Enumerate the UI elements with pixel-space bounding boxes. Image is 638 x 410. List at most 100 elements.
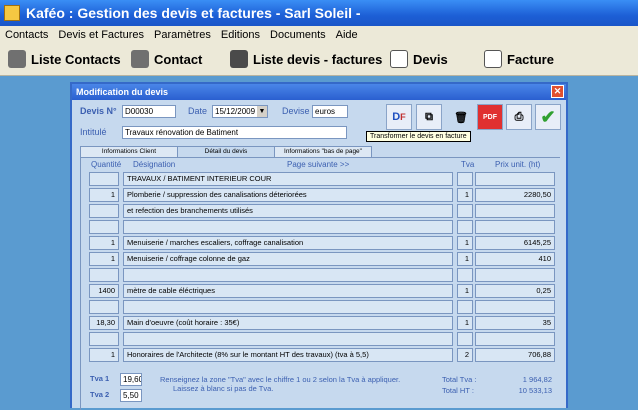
menu-parametres[interactable]: Paramètres <box>149 29 216 41</box>
header-designation: Désignation <box>133 160 176 169</box>
price-cell[interactable] <box>475 204 555 218</box>
tva1-field[interactable]: 19,60 <box>120 373 142 386</box>
total-ht-value: 10 533,13 <box>518 386 552 395</box>
tooltip: Transformer le devis en facture <box>366 131 471 142</box>
quantity-cell[interactable] <box>89 172 119 186</box>
tva-cell[interactable] <box>457 268 473 282</box>
tab-detail-devis[interactable]: Détail du devis <box>177 146 275 157</box>
checkmark-icon[interactable]: ✔ <box>535 104 561 130</box>
designation-cell[interactable]: Menuiserie / coffrage colonne de gaz <box>123 252 453 266</box>
quantity-cell[interactable] <box>89 220 119 234</box>
intitule-field[interactable]: Travaux rénovation de Batiment <box>122 126 347 139</box>
price-cell[interactable] <box>475 300 555 314</box>
quantity-cell[interactable]: 1 <box>89 236 119 250</box>
tva-cell[interactable]: 1 <box>457 284 473 298</box>
tva-cell[interactable]: 2 <box>457 348 473 362</box>
toolbar-facture-button[interactable]: Facture <box>484 50 554 68</box>
tva-cell[interactable]: 1 <box>457 316 473 330</box>
menu-aide[interactable]: Aide <box>331 29 363 41</box>
tva-cell[interactable]: 1 <box>457 236 473 250</box>
tva-cell[interactable] <box>457 300 473 314</box>
app-titlebar: Kaféo : Gestion des devis et factures - … <box>0 0 638 26</box>
price-cell[interactable]: 706,88 <box>475 348 555 362</box>
app-logo-icon <box>4 5 20 21</box>
price-cell[interactable] <box>475 220 555 234</box>
toolbar-liste-contacts-button[interactable]: Liste Contacts <box>8 50 121 68</box>
date-value: 15/12/2009 <box>215 107 256 116</box>
invoice-icon <box>484 50 502 68</box>
chevron-down-icon[interactable]: ▼ <box>257 106 267 117</box>
detail-devis-panel: Quantité Désignation Page suivante >> Tv… <box>80 157 560 410</box>
app-title: Kaféo : Gestion des devis et factures - … <box>26 5 361 21</box>
users-icon <box>8 50 26 68</box>
quantity-cell[interactable] <box>89 300 119 314</box>
quantity-cell[interactable]: 1 <box>89 252 119 266</box>
quantity-cell[interactable]: 1400 <box>89 284 119 298</box>
toolbar-label: Liste devis - factures <box>253 51 383 67</box>
tva-cell[interactable]: 1 <box>457 252 473 266</box>
help-text-2: Laissez à blanc si pas de Tva. <box>173 384 274 393</box>
menu-documents[interactable]: Documents <box>265 29 331 41</box>
header-quantite: Quantité <box>91 160 122 169</box>
tva2-field[interactable]: 5,50 <box>120 389 142 402</box>
designation-cell[interactable]: et refection des branchements utilisés <box>123 204 453 218</box>
menu-contacts[interactable]: Contacts <box>0 29 53 41</box>
tab-informations-client[interactable]: Informations Client <box>80 146 178 157</box>
designation-cell[interactable] <box>123 220 453 234</box>
window-titlebar: Modification du devis ✕ <box>72 84 566 100</box>
close-icon[interactable]: ✕ <box>551 85 564 98</box>
convert-to-invoice-button[interactable]: DF <box>386 104 412 130</box>
quantity-cell[interactable]: 1 <box>89 348 119 362</box>
tva-cell[interactable] <box>457 172 473 186</box>
quantity-cell[interactable] <box>89 332 119 346</box>
price-cell[interactable] <box>475 268 555 282</box>
quantity-cell[interactable]: 18,30 <box>89 316 119 330</box>
date-label: Date <box>188 106 208 116</box>
date-field[interactable]: 15/12/2009 ▼ <box>212 105 268 118</box>
tva-cell[interactable] <box>457 204 473 218</box>
quantity-cell[interactable]: 1 <box>89 188 119 202</box>
copy-icon[interactable]: ⧉ <box>416 104 442 130</box>
tab-bas-de-page[interactable]: Informations "bas de page" <box>274 146 372 157</box>
designation-cell[interactable]: Main d'oeuvre (coût horaire : 35€) <box>123 316 453 330</box>
header-prix: Prix unit. (ht) <box>495 160 541 169</box>
document-icon <box>390 50 408 68</box>
devise-label: Devise <box>282 106 310 116</box>
designation-cell[interactable] <box>123 268 453 282</box>
price-cell[interactable]: 6145,25 <box>475 236 555 250</box>
pdf-icon[interactable]: PDF <box>477 104 503 130</box>
toolbar-contact-button[interactable]: Contact <box>131 50 202 68</box>
price-cell[interactable]: 35 <box>475 316 555 330</box>
tab-bar: Informations Client Détail du devis Info… <box>80 146 372 157</box>
toolbar-label: Facture <box>507 51 554 67</box>
price-cell[interactable] <box>475 332 555 346</box>
page-suivante-link[interactable]: Page suivante >> <box>287 160 349 169</box>
designation-cell[interactable]: mètre de cable éléctriques <box>123 284 453 298</box>
designation-cell[interactable] <box>123 332 453 346</box>
devise-field[interactable]: euros <box>312 105 348 118</box>
price-cell[interactable]: 410 <box>475 252 555 266</box>
tva-cell[interactable] <box>457 220 473 234</box>
designation-cell[interactable]: TRAVAUX / BATIMENT INTERIEUR COUR <box>123 172 453 186</box>
tva-cell[interactable]: 1 <box>457 188 473 202</box>
designation-cell[interactable]: Plomberie / suppression des canalisation… <box>123 188 453 202</box>
menu-editions[interactable]: Editions <box>216 29 265 41</box>
quantity-cell[interactable] <box>89 268 119 282</box>
user-icon <box>131 50 149 68</box>
designation-cell[interactable]: Menuiserie / marches escaliers, coffrage… <box>123 236 453 250</box>
menu-devis-factures[interactable]: Devis et Factures <box>53 29 149 41</box>
designation-cell[interactable] <box>123 300 453 314</box>
quantity-cell[interactable] <box>89 204 119 218</box>
trash-icon[interactable]: 🗑 <box>448 104 474 130</box>
printer-icon[interactable]: ⎙ <box>506 104 532 130</box>
price-cell[interactable]: 0,25 <box>475 284 555 298</box>
price-cell[interactable] <box>475 172 555 186</box>
toolbar-devis-button[interactable]: Devis <box>390 50 448 68</box>
designation-cell[interactable]: Honoraires de l'Architecte (8% sur le mo… <box>123 348 453 362</box>
help-text: Renseignez la zone "Tva" avec le chiffre… <box>160 375 401 384</box>
devis-number-field[interactable]: D00030 <box>122 105 176 118</box>
tva-cell[interactable] <box>457 332 473 346</box>
price-cell[interactable]: 2280,50 <box>475 188 555 202</box>
devis-number-label: Devis N° <box>80 106 117 116</box>
toolbar-liste-devis-button[interactable]: Liste devis - factures <box>230 50 382 68</box>
